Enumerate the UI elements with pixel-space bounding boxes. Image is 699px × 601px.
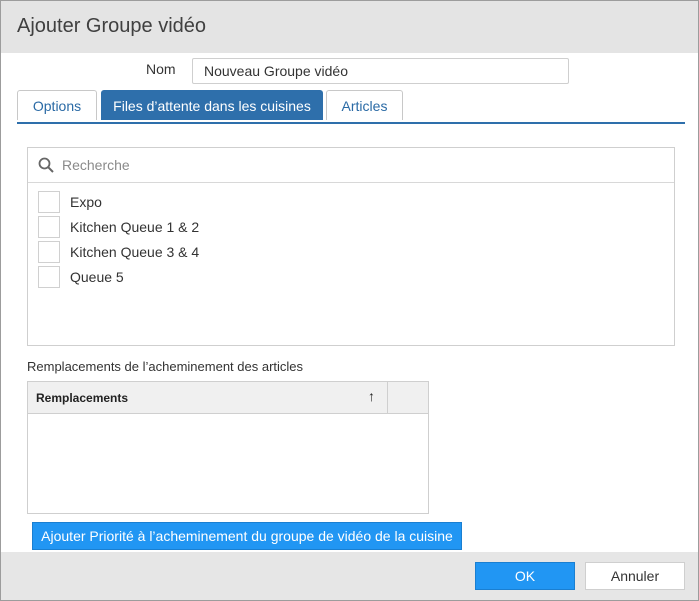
tab-underline [17,122,685,124]
ok-button[interactable]: OK [475,562,575,590]
dialog-titlebar: Ajouter Groupe vidéo [1,1,698,53]
name-label: Nom [146,61,176,77]
tab-kitchen-queues[interactable]: Files d’attente dans les cuisines [101,90,323,120]
cancel-button[interactable]: Annuler [585,562,685,590]
queue-label: Expo [70,194,102,210]
kitchen-queue-list: Expo Kitchen Queue 1 & 2 Kitchen Queue 3… [27,147,675,346]
queue-checkbox[interactable] [38,241,60,263]
queue-label: Kitchen Queue 3 & 4 [70,244,200,260]
queue-checkbox[interactable] [38,266,60,288]
dialog-title: Ajouter Groupe vidéo [17,15,207,37]
search-input[interactable] [62,154,662,176]
list-item: Expo [38,191,438,213]
column-header-label: Remplacements [36,391,129,405]
add-routing-priority-button[interactable]: Ajouter Priorité à l’acheminement du gro… [32,522,462,550]
tab-articles[interactable]: Articles [326,90,403,120]
dialog-footer: OK Annuler [1,552,698,600]
queue-checkbox[interactable] [38,191,60,213]
list-item: Kitchen Queue 1 & 2 [38,216,438,238]
column-header-overrides[interactable]: Remplacements ↑ [28,382,388,413]
queue-search [28,148,674,183]
name-input[interactable] [192,58,569,84]
overrides-grid: Remplacements ↑ [27,381,429,514]
sort-ascending-icon[interactable]: ↑ [368,388,375,404]
grid-header: Remplacements ↑ [28,382,428,414]
list-item: Queue 5 [38,266,438,288]
tab-options[interactable]: Options [17,90,97,120]
queue-label: Kitchen Queue 1 & 2 [70,219,200,235]
queue-checkbox[interactable] [38,216,60,238]
list-item: Kitchen Queue 3 & 4 [38,241,438,263]
queue-label: Queue 5 [70,269,124,285]
overrides-section-title: Remplacements de l’acheminement des arti… [27,359,304,374]
search-icon [38,157,54,173]
add-video-group-dialog: Ajouter Groupe vidéo Nom Options Files d… [0,0,699,601]
